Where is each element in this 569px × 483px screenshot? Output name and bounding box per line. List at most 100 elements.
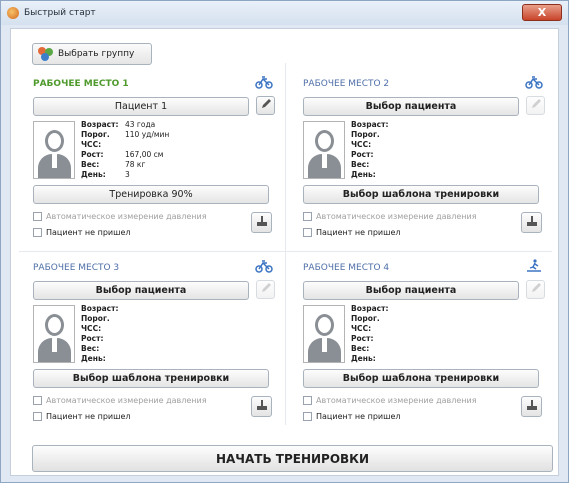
auto-bp-label: Автоматическое измерение давления	[316, 396, 477, 405]
day-label: День:	[351, 354, 376, 363]
training-template-button[interactable]: Выбор шаблона тренировки	[33, 369, 269, 388]
bike-icon[interactable]	[254, 75, 274, 91]
no-show-label: Пациент не пришел	[46, 412, 131, 421]
workplace-3-title: РАБОЧЕЕ МЕСТО 3	[33, 263, 120, 273]
blood-pressure-button[interactable]	[521, 396, 542, 417]
height-label: Рост:	[351, 150, 374, 159]
pencil-icon	[530, 282, 542, 297]
patient-select-button[interactable]: Выбор пациента	[303, 281, 519, 300]
blood-pressure-button[interactable]	[521, 212, 542, 233]
blood-pressure-icon	[255, 398, 269, 415]
workplace-3-panel: РАБОЧЕЕ МЕСТО 3 Выбор пациента Возраст: …	[25, 259, 282, 470]
blood-pressure-icon	[255, 214, 269, 231]
no-show-checkbox-row[interactable]: Пациент не пришел	[303, 412, 400, 421]
age-label: Возраст:	[351, 304, 389, 313]
hr-label: Порог. ЧСС:	[351, 314, 380, 333]
pencil-icon	[260, 98, 272, 113]
title-bar: Быстрый старт X	[1, 1, 568, 25]
no-show-label: Пациент не пришел	[46, 228, 131, 237]
weight-value: 78 кг	[125, 160, 146, 169]
patient-select-button[interactable]: Выбор пациента	[303, 97, 519, 116]
edit-patient-button[interactable]	[256, 96, 275, 115]
avatar	[303, 121, 345, 179]
bike-icon[interactable]	[254, 259, 274, 275]
patient-select-button[interactable]: Выбор пациента	[33, 281, 249, 300]
auto-bp-checkbox-row[interactable]: Автоматическое измерение давления	[33, 396, 207, 405]
auto-bp-label: Автоматическое измерение давления	[316, 212, 477, 221]
workplace-4-title: РАБОЧЕЕ МЕСТО 4	[303, 263, 390, 273]
edit-patient-button[interactable]	[526, 96, 545, 115]
no-show-checkbox[interactable]	[303, 412, 312, 421]
pencil-icon	[530, 98, 542, 113]
hr-label: Порог. ЧСС:	[81, 314, 110, 333]
avatar	[33, 305, 75, 363]
window-title: Быстрый старт	[24, 8, 96, 18]
close-button[interactable]: X	[522, 4, 562, 21]
training-template-button[interactable]: Выбор шаблона тренировки	[303, 185, 539, 204]
edit-patient-button[interactable]	[256, 280, 275, 299]
height-label: Рост:	[351, 334, 374, 343]
patient-info: Возраст: Порог. ЧСС: Рост: Вес: День:	[351, 120, 395, 180]
group-icon	[38, 47, 54, 61]
weight-label: Вес:	[351, 160, 370, 169]
workplace-2-title: РАБОЧЕЕ МЕСТО 2	[303, 79, 390, 89]
patient-info: Возраст: Порог. ЧСС: Рост: Вес: День:	[81, 304, 125, 364]
vertical-divider	[285, 63, 286, 425]
workplace-1-title: РАБОЧЕЕ МЕСТО 1	[33, 79, 129, 89]
day-label: День:	[351, 170, 376, 179]
no-show-checkbox[interactable]	[303, 228, 312, 237]
auto-bp-checkbox[interactable]	[33, 212, 42, 221]
workplace-2-panel: РАБОЧЕЕ МЕСТО 2 Выбор пациента Возраст: …	[295, 75, 552, 286]
height-value: 167,00 см	[125, 150, 164, 159]
workplace-4-panel: РАБОЧЕЕ МЕСТО 4 Выбор пациента Возраст: …	[295, 259, 552, 470]
app-icon	[7, 7, 19, 19]
patient-info: Возраст: Порог. ЧСС: Рост: Вес: День:	[351, 304, 395, 364]
no-show-checkbox-row[interactable]: Пациент не пришел	[33, 228, 130, 237]
auto-bp-checkbox[interactable]	[303, 396, 312, 405]
auto-bp-checkbox[interactable]	[33, 396, 42, 405]
no-show-label: Пациент не пришел	[316, 412, 401, 421]
age-label: Возраст:	[81, 304, 119, 313]
auto-bp-checkbox-row[interactable]: Автоматическое измерение давления	[33, 212, 207, 221]
training-template-button[interactable]: Выбор шаблона тренировки	[303, 369, 539, 388]
training-template-button[interactable]: Тренировка 90%	[33, 185, 269, 204]
weight-label: Вес:	[81, 344, 100, 353]
auto-bp-checkbox[interactable]	[303, 212, 312, 221]
height-label: Рост:	[81, 334, 104, 343]
age-label: Возраст:	[351, 120, 389, 129]
edit-patient-button[interactable]	[526, 280, 545, 299]
content-area: Выбрать группу РАБОЧЕЕ МЕСТО 1 Пациент 1…	[10, 28, 559, 476]
no-show-checkbox-row[interactable]: Пациент не пришел	[303, 228, 400, 237]
auto-bp-checkbox-row[interactable]: Автоматическое измерение давления	[303, 396, 477, 405]
no-show-checkbox[interactable]	[33, 228, 42, 237]
blood-pressure-icon	[525, 398, 539, 415]
select-group-label: Выбрать группу	[58, 49, 135, 59]
avatar	[303, 305, 345, 363]
no-show-checkbox-row[interactable]: Пациент не пришел	[33, 412, 130, 421]
no-show-checkbox[interactable]	[33, 412, 42, 421]
workplace-1-panel: РАБОЧЕЕ МЕСТО 1 Пациент 1 Возраст: 43 год…	[25, 75, 282, 286]
blood-pressure-icon	[525, 214, 539, 231]
height-label: Рост:	[81, 150, 104, 159]
hr-value: 110 уд/мин	[125, 130, 170, 139]
weight-label: Вес:	[351, 344, 370, 353]
day-label: День:	[81, 354, 106, 363]
patient-info: Возраст: 43 года Порог. ЧСС: 110 уд/мин Ро…	[81, 120, 169, 180]
hr-label: Порог. ЧСС:	[81, 130, 110, 149]
select-group-button[interactable]: Выбрать группу	[32, 43, 152, 65]
day-label: День:	[81, 170, 106, 179]
bike-icon[interactable]	[524, 75, 544, 91]
age-label: Возраст:	[81, 120, 119, 129]
weight-label: Вес:	[81, 160, 100, 169]
day-value: 3	[125, 170, 130, 179]
blood-pressure-button[interactable]	[251, 212, 272, 233]
auto-bp-checkbox-row[interactable]: Автоматическое измерение давления	[303, 212, 477, 221]
treadmill-icon[interactable]	[524, 259, 544, 275]
avatar	[33, 121, 75, 179]
start-trainings-button[interactable]: НАЧАТЬ ТРЕНИРОВКИ	[32, 445, 553, 472]
blood-pressure-button[interactable]	[251, 396, 272, 417]
auto-bp-label: Автоматическое измерение давления	[46, 396, 207, 405]
hr-label: Порог. ЧСС:	[351, 130, 380, 149]
patient-select-button[interactable]: Пациент 1	[33, 97, 249, 116]
age-value: 43 года	[125, 120, 156, 129]
